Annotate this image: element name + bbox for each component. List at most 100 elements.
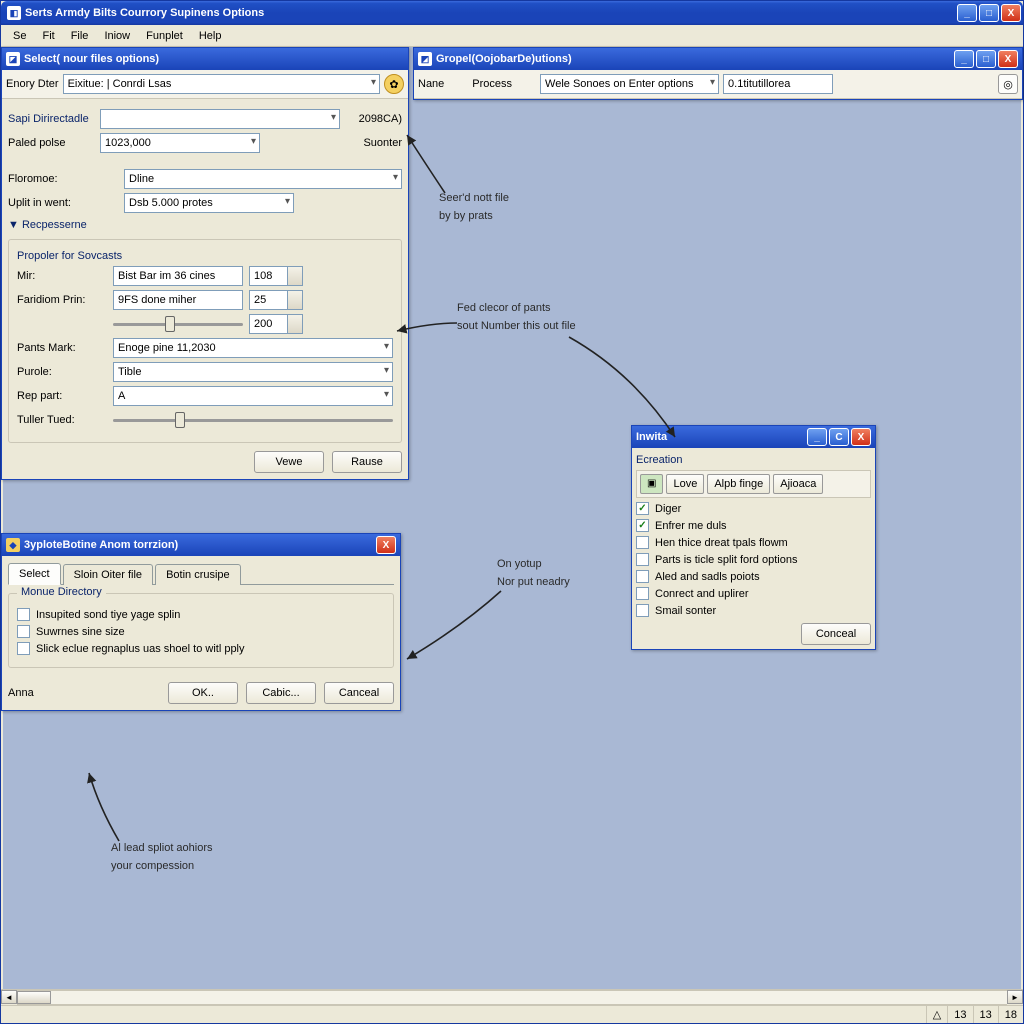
faridiom-label: Faridiom Prin: — [17, 294, 107, 306]
checkbox-icon — [636, 536, 649, 549]
propoler-group: Propoler for Sovcasts Mir: Bist Bar im 3… — [8, 239, 402, 443]
inwita-item-3[interactable]: Parts is ticle split ford options — [636, 553, 871, 566]
inwita-close-button[interactable]: X — [851, 428, 871, 446]
inwita-help-button[interactable]: C — [829, 428, 849, 446]
chk-insupited[interactable]: Insupited sond tiye yage splin — [17, 608, 385, 621]
sapi-combo[interactable] — [100, 109, 340, 129]
annotation-1: Seer'd nott fileby by prats — [439, 187, 509, 224]
mir-field[interactable]: Bist Bar im 36 cines — [113, 266, 243, 286]
inwita-item-4[interactable]: Aled and sadls poiots — [636, 570, 871, 583]
horizontal-scrollbar[interactable]: ◄ ► — [1, 989, 1023, 1005]
dialog-yplote-titlebar[interactable]: ◆ 3yploteBotine Anom torrzion) X — [2, 534, 400, 556]
menu-iniow[interactable]: Iniow — [96, 27, 138, 45]
pants-combo[interactable]: Enoge pine 11,2030 — [113, 338, 393, 358]
inwita-item-label: Diger — [655, 503, 681, 515]
panel-gropel-toolbar: Nane Process Wele Sonoes on Enter option… — [414, 70, 1022, 99]
checkbox-icon: ✓ — [636, 519, 649, 532]
scroll-track[interactable] — [17, 990, 1007, 1005]
dialog-yplote-close-button[interactable]: X — [376, 536, 396, 554]
inwita-window: Inwita _ C X Ecreation ▣ Love Alpb finge… — [631, 425, 876, 650]
enory-dter-label: Enory Dter — [6, 78, 59, 90]
inwita-item-label: Conrect and uplirer — [655, 588, 749, 600]
toolbar-end-icon[interactable]: ◎ — [998, 74, 1018, 94]
scroll-right-button[interactable]: ► — [1007, 990, 1023, 1004]
mir-spin[interactable]: 108▲▼ — [249, 266, 303, 286]
main-titlebar[interactable]: ◧ Serts Armdy Bilts Courrory Supinens Op… — [1, 1, 1023, 25]
cabic-button[interactable]: Cabic... — [246, 682, 316, 704]
vewe-button[interactable]: Vewe — [254, 451, 324, 473]
rause-button[interactable]: Rause — [332, 451, 402, 473]
inwita-item-0[interactable]: ✓Diger — [636, 502, 871, 515]
tb-wele-combo[interactable]: Wele Sonoes on Enter options — [540, 74, 719, 94]
checkbox-icon — [636, 587, 649, 600]
inwita-btn-ajioaca[interactable]: Ajioaca — [773, 474, 823, 494]
inwita-toolbar: ▣ Love Alpb finge Ajioaca — [636, 470, 871, 498]
paled-combo[interactable]: 1023,000 — [100, 133, 260, 153]
chk-suwrnes[interactable]: Suwrnes sine size — [17, 625, 385, 638]
tab-select[interactable]: Select — [8, 563, 61, 585]
enory-dter-combo[interactable]: Eixitue: | Conrdi Lsas — [63, 74, 380, 94]
tuller-slider[interactable] — [113, 410, 393, 430]
menubar[interactable]: Se Fit File Iniow Funplet Help — [1, 25, 1023, 47]
faridiom-field[interactable]: 9FS done miher — [113, 290, 243, 310]
close-button[interactable]: X — [1001, 4, 1021, 22]
minimize-button[interactable]: _ — [957, 4, 977, 22]
tb-process-label: Process — [472, 78, 512, 90]
inwita-section: Ecreation — [636, 454, 871, 466]
cancel-button[interactable]: Canceal — [324, 682, 394, 704]
checkbox-icon — [636, 570, 649, 583]
purole-combo[interactable]: Tible — [113, 362, 393, 382]
faridiom-spin[interactable]: 25▲▼ — [249, 290, 303, 310]
gear-icon[interactable]: ✿ — [384, 74, 404, 94]
propoler-title: Propoler for Sovcasts — [17, 250, 393, 262]
inwita-item-label: Parts is ticle split ford options — [655, 554, 797, 566]
status-n1: 13 — [947, 1006, 972, 1023]
tab-sloin[interactable]: Sloin Oiter file — [63, 564, 153, 585]
menu-se[interactable]: Se — [5, 27, 34, 45]
maximize-button[interactable]: □ — [979, 4, 999, 22]
inwita-item-label: Enfrer me duls — [655, 520, 727, 532]
paled-right: Suonter — [266, 137, 402, 149]
gropel-close-button[interactable]: X — [998, 50, 1018, 68]
ok-button[interactable]: OK.. — [168, 682, 238, 704]
annotation-4: Al lead spliot aohiorsyour compession — [111, 837, 213, 874]
menu-file[interactable]: File — [63, 27, 97, 45]
inwita-item-6[interactable]: Smail sonter — [636, 604, 871, 617]
rep-combo[interactable]: A — [113, 386, 393, 406]
arrow-icon-4 — [79, 767, 139, 847]
menu-funplet[interactable]: Funplet — [138, 27, 191, 45]
monue-directory-group: Monue Directory Insupited sond tiye yage… — [8, 593, 394, 668]
dialog-yplote-title: 3yploteBotine Anom torrzion) — [24, 539, 178, 551]
menu-fit[interactable]: Fit — [34, 27, 62, 45]
panel-gropel-title: Gropel(OojobarDe)utions) — [436, 53, 572, 65]
inwita-tool-icon[interactable]: ▣ — [640, 474, 663, 494]
arrow-icon-3 — [401, 587, 511, 667]
inwita-titlebar[interactable]: Inwita _ C X — [632, 426, 875, 448]
panel-gropel-titlebar[interactable]: ◩ Gropel(OojobarDe)utions) _ □ X — [414, 48, 1022, 70]
inwita-btn-alpb[interactable]: Alpb finge — [707, 474, 770, 494]
inwita-minimize-button[interactable]: _ — [807, 428, 827, 446]
split-combo[interactable]: Dsb 5.000 protes — [124, 193, 294, 213]
statusbar: △ 13 13 18 — [1, 1005, 1023, 1023]
tb-num-field[interactable]: 0.1titutillorea — [723, 74, 833, 94]
inwita-conceal-button[interactable]: Conceal — [801, 623, 871, 645]
dialog-yplote-icon: ◆ — [6, 538, 20, 552]
panel-left-title: Select( nour files options) — [24, 53, 159, 65]
panel-left-titlebar[interactable]: ◪ Select( nour files options) — [2, 48, 408, 70]
inwita-btn-love[interactable]: Love — [666, 474, 704, 494]
scroll-left-button[interactable]: ◄ — [1, 990, 17, 1004]
recpesserne-disclosure[interactable]: ▼ Recpesserne — [8, 219, 402, 231]
chk-slick[interactable]: Slick eclue regnaplus uas shoel to witl … — [17, 642, 385, 655]
gropel-minimize-button[interactable]: _ — [954, 50, 974, 68]
status-n3: 18 — [998, 1006, 1023, 1023]
tab-botin[interactable]: Botin crusipe — [155, 564, 241, 585]
gropel-maximize-button[interactable]: □ — [976, 50, 996, 68]
slider1[interactable] — [113, 314, 243, 334]
slider1-spin[interactable]: 200▲▼ — [249, 314, 303, 334]
inwita-item-5[interactable]: Conrect and uplirer — [636, 587, 871, 600]
inwita-item-2[interactable]: Hen thice dreat tpals flowm — [636, 536, 871, 549]
scroll-thumb[interactable] — [17, 991, 51, 1004]
inwita-item-1[interactable]: ✓ Enfrer me duls — [636, 519, 871, 532]
menu-help[interactable]: Help — [191, 27, 230, 45]
roromoe-combo[interactable]: Dline — [124, 169, 402, 189]
